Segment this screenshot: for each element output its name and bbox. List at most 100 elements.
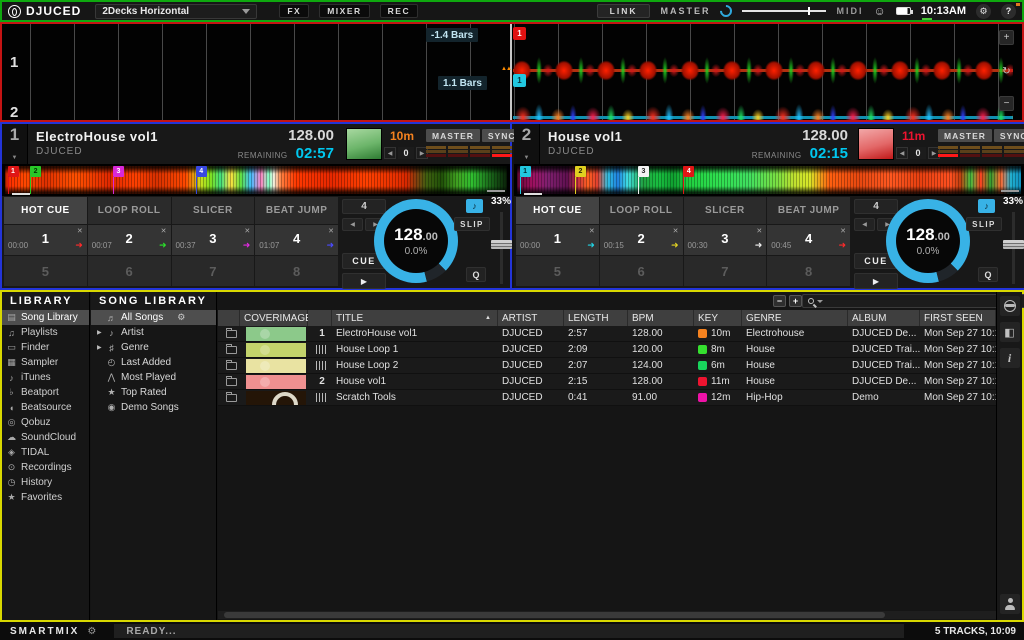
pad-mode-tab[interactable]: HOT CUE <box>516 197 599 224</box>
deck2-sync-button[interactable]: SYNC <box>994 129 1024 142</box>
song-library-item[interactable]: ▶ ★ Top Rated ⚙ <box>91 385 216 400</box>
delete-cue-icon[interactable]: ✕ <box>756 227 762 235</box>
sidebar-item[interactable]: ⊙ Recordings <box>2 460 89 475</box>
deck2-slip-button[interactable]: SLIP <box>966 217 1002 231</box>
search-input[interactable] <box>826 296 1024 307</box>
search-box[interactable]: × <box>802 294 1024 308</box>
sidebar-item[interactable]: ◎ Qobuz <box>2 415 89 430</box>
sidebar-item[interactable]: ▤ Song Library <box>2 310 89 325</box>
song-library-item[interactable]: ▶ ♪ Artist ⚙ <box>91 325 216 340</box>
column-header[interactable]: TITLE <box>332 310 498 326</box>
column-header[interactable] <box>218 310 240 326</box>
column-header[interactable]: GENRE <box>742 310 848 326</box>
delete-cue-icon[interactable]: ✕ <box>328 227 334 235</box>
hot-cue-pad[interactable]: 4 00:45 ✕ ➜ <box>767 225 850 255</box>
column-header[interactable]: ALBUM <box>848 310 920 326</box>
pad-mode-tab[interactable]: SLICER <box>172 197 255 224</box>
sidebar-item[interactable]: ♪ iTunes <box>2 370 89 385</box>
mixer-button[interactable]: MIXER <box>319 4 369 18</box>
expand-arrow-icon[interactable]: ▶ <box>97 344 102 351</box>
column-header[interactable]: ARTIST <box>498 310 564 326</box>
master-slider[interactable] <box>742 10 826 12</box>
cue-point-flag[interactable]: 4 <box>683 166 694 177</box>
cue-point-flag[interactable]: 2 <box>575 166 586 177</box>
pad-mode-tab[interactable]: BEAT JUMP <box>255 197 338 224</box>
empty-pad[interactable]: 7 <box>172 256 255 286</box>
wave-loop-icon[interactable]: ↻ <box>999 64 1014 79</box>
link-button[interactable]: LINK <box>597 4 651 18</box>
cue-point-flag[interactable]: 1 <box>520 166 531 177</box>
delete-cue-icon[interactable]: ✕ <box>77 227 83 235</box>
delete-cue-icon[interactable]: ✕ <box>840 227 846 235</box>
assistant-icon[interactable] <box>1000 296 1020 316</box>
sidebar-item[interactable]: ★ Favorites <box>2 490 89 505</box>
deck1-jog-wheel[interactable]: 128.00 0.0% <box>374 199 458 283</box>
empty-pad[interactable]: 8 <box>767 256 850 286</box>
hot-cue-pad[interactable]: 2 00:15 ✕ ➜ <box>600 225 683 255</box>
hot-cue-pad[interactable]: 1 00:00 ✕ ➜ <box>4 225 87 255</box>
master-knob[interactable] <box>718 3 735 20</box>
deck1-keylock-icon[interactable]: ♪ <box>466 199 483 213</box>
rec-button[interactable]: REC <box>380 4 418 18</box>
column-header[interactable]: KEY <box>694 310 742 326</box>
pad-mode-tab[interactable]: HOT CUE <box>4 197 87 224</box>
waveform-view[interactable]: 1 2 -1.4 Bars 1.1 Bars 1 1 ▲▲ + ↻ − <box>0 22 1024 122</box>
settings-gear-icon[interactable]: ⚙ <box>976 4 991 19</box>
delete-cue-icon[interactable]: ✕ <box>673 227 679 235</box>
pitch-down-button[interactable]: ◀ <box>384 147 396 159</box>
info-icon[interactable]: i <box>1000 348 1020 368</box>
pad-mode-tab[interactable]: SLICER <box>684 197 767 224</box>
hot-cue-pad[interactable]: 3 00:30 ✕ ➜ <box>684 225 767 255</box>
deck1-track-overview[interactable]: 1234 <box>2 164 510 196</box>
deck2-master-button[interactable]: MASTER <box>938 129 992 142</box>
loop-half-button[interactable]: ◀ <box>342 218 363 231</box>
sidebar-item[interactable]: ▦ Sampler <box>2 355 89 370</box>
smartmix-gear-icon[interactable]: ⚙ <box>87 626 96 637</box>
cue-point-flag[interactable]: 1 <box>8 166 19 177</box>
horizontal-scrollbar[interactable] <box>218 611 996 619</box>
sidebar-item[interactable]: ♫ Playlists <box>2 325 89 340</box>
sidebar-item[interactable]: ▭ Finder <box>2 340 89 355</box>
layout-select[interactable]: 2Decks Horizontal <box>95 4 257 19</box>
deck1-master-button[interactable]: MASTER <box>426 129 480 142</box>
smartmix-label[interactable]: SMARTMIX <box>10 626 79 637</box>
hot-cue-pad[interactable]: 1 00:00 ✕ ➜ <box>516 225 599 255</box>
track-row[interactable]: 2 House vol1 DJUCED 2:15 128.00 11m Hous… <box>218 374 996 390</box>
column-header[interactable]: COVERIMAGE <box>240 310 308 326</box>
deck2-volume-thumb[interactable] <box>1003 240 1024 249</box>
user-icon[interactable] <box>1000 594 1020 614</box>
help-button[interactable]: ? <box>1001 4 1016 19</box>
hot-cue-pad[interactable]: 4 01:07 ✕ ➜ <box>255 225 338 255</box>
pad-mode-tab[interactable]: LOOP ROLL <box>600 197 683 224</box>
song-library-item[interactable]: ▶ ◴ Last Added ⚙ <box>91 355 216 370</box>
fx-button[interactable]: FX <box>279 4 309 18</box>
wave-zoom-in-button[interactable]: + <box>999 30 1014 45</box>
deck1-play-button[interactable]: ▶ <box>342 273 386 289</box>
deck1-loop-length[interactable]: 4 <box>342 199 386 214</box>
empty-pad[interactable]: 8 <box>255 256 338 286</box>
song-library-item[interactable]: ▶ ◉ Demo Songs ⚙ <box>91 400 216 415</box>
deck2-play-button[interactable]: ▶ <box>854 273 898 289</box>
pitch-down-button[interactable]: ◀ <box>896 147 908 159</box>
empty-pad[interactable]: 6 <box>88 256 171 286</box>
hot-cue-pad[interactable]: 3 00:37 ✕ ➜ <box>172 225 255 255</box>
deck2-loop-length[interactable]: 4 <box>854 199 898 214</box>
column-header[interactable]: LENGTH <box>564 310 628 326</box>
deck1-slip-button[interactable]: SLIP <box>454 217 490 231</box>
pad-mode-tab[interactable]: BEAT JUMP <box>767 197 850 224</box>
column-header[interactable]: BPM <box>628 310 694 326</box>
empty-pad[interactable]: 7 <box>684 256 767 286</box>
cue-point-flag[interactable]: 3 <box>638 166 649 177</box>
font-smaller-button[interactable]: − <box>773 295 786 307</box>
track-row[interactable]: House Loop 2 DJUCED 2:07 124.00 6m House… <box>218 358 996 374</box>
deck1-quantize-button[interactable]: Q <box>466 267 486 282</box>
cue-point-flag[interactable]: 3 <box>113 166 124 177</box>
empty-pad[interactable]: 6 <box>600 256 683 286</box>
track-row[interactable]: 1 ElectroHouse vol1 DJUCED 2:57 128.00 1… <box>218 326 996 342</box>
cue-point-flag[interactable]: 2 <box>30 166 41 177</box>
expand-arrow-icon[interactable]: ▶ <box>97 329 102 336</box>
track-row[interactable]: House Loop 1 DJUCED 2:09 120.00 8m House… <box>218 342 996 358</box>
delete-cue-icon[interactable]: ✕ <box>589 227 595 235</box>
deck2-quantize-button[interactable]: Q <box>978 267 998 282</box>
delete-cue-icon[interactable]: ✕ <box>161 227 167 235</box>
